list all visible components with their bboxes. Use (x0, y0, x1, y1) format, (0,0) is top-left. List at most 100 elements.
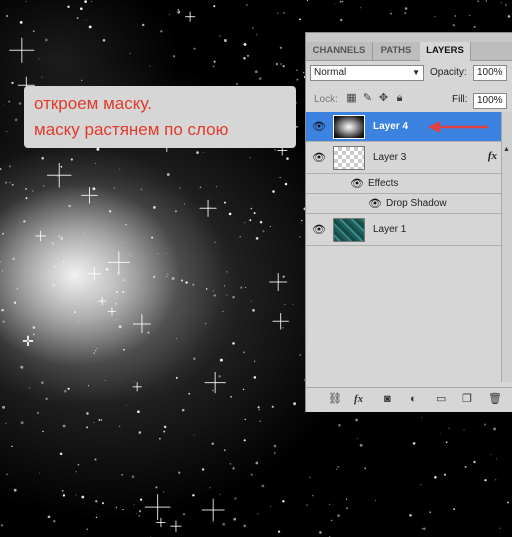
star-dot (171, 277, 175, 280)
layer-row-layer-4[interactable]: 👁︎ Layer 4 (306, 112, 502, 142)
eye-icon[interactable]: 👁︎ (310, 223, 328, 237)
star-dot (163, 425, 167, 429)
layer-4-name[interactable]: Layer 4 (373, 121, 408, 132)
star-dot (115, 302, 118, 305)
mask-icon[interactable]: ◙ (384, 392, 391, 406)
star-dot (272, 190, 275, 193)
star-dot (150, 535, 152, 537)
tab-channels[interactable]: CHANNELS (306, 42, 373, 60)
star-dot (52, 283, 56, 287)
effects-row[interactable]: 👁︎ Effects (306, 174, 502, 194)
fx-icon[interactable]: fx (488, 150, 497, 162)
star-dot (454, 15, 457, 17)
star-dot (25, 188, 27, 190)
link-icon[interactable]: ⛓︎ (328, 392, 342, 406)
star-dot (41, 76, 43, 78)
star-dot (96, 347, 98, 350)
new-layer-icon[interactable]: ❐ (462, 392, 472, 406)
star-dot (261, 484, 265, 488)
star-dot (177, 10, 181, 14)
eye-icon[interactable]: 👁︎ (348, 177, 366, 191)
blend-mode-select[interactable]: Normal ▼ (310, 65, 424, 81)
eye-icon[interactable]: 👁︎ (366, 197, 384, 211)
layer-1-name[interactable]: Layer 1 (373, 224, 406, 235)
lock-image-icon[interactable]: ✎ (362, 93, 373, 104)
star-dot (312, 495, 314, 497)
star-dot (177, 9, 179, 11)
scroll-up-icon[interactable]: ▲ (503, 146, 510, 153)
star-dot (434, 476, 437, 479)
star-dot (4, 181, 8, 184)
star-dot (253, 376, 257, 379)
star-dot (121, 473, 124, 476)
star-dot (284, 304, 286, 306)
star-dot (62, 494, 66, 497)
layer-row-layer-3[interactable]: 👁︎ Layer 3 fx (306, 142, 502, 174)
star-dot (420, 484, 422, 486)
star-dot (196, 151, 199, 154)
star-dot (2, 232, 4, 235)
layers-list: 👁︎ Layer 4 👁︎ Layer 3 fx 👁︎ Effects 👁︎ D… (306, 112, 502, 382)
lock-transparent-icon[interactable]: ▦ (346, 93, 357, 104)
star-dot (14, 118, 18, 122)
star-dot (292, 303, 294, 305)
opacity-field[interactable]: 100% (473, 65, 507, 81)
star-dot (62, 260, 65, 263)
star-dot (74, 311, 77, 314)
annotation-box: откроем маску. маску растянем по слою (24, 86, 296, 148)
star-dot (256, 34, 258, 36)
star-dot (163, 491, 165, 493)
drop-shadow-row[interactable]: 👁︎ Drop Shadow (306, 194, 502, 214)
star-dot (94, 458, 97, 461)
trash-icon[interactable]: 🗑︎ (488, 392, 502, 406)
star-dot (39, 472, 40, 474)
star-dot (58, 235, 61, 238)
star-dot (250, 207, 253, 210)
star-dot (229, 463, 232, 465)
tab-layers[interactable]: LAYERS (420, 42, 471, 61)
star-dot (98, 419, 101, 421)
star-dot (122, 290, 125, 294)
star-dot (258, 408, 260, 411)
eye-icon[interactable]: 👁︎ (310, 151, 328, 165)
layer-1-thumbnail (333, 218, 365, 242)
star-dot (223, 39, 227, 42)
tab-paths[interactable]: PATHS (372, 42, 421, 60)
star-dot (259, 220, 263, 224)
star-dot (212, 389, 214, 392)
star-dot (257, 406, 260, 409)
star-dot (299, 353, 302, 356)
star-dot (328, 503, 330, 505)
star-dot (2, 320, 5, 323)
layers-scrollbar[interactable]: ▲ (501, 112, 512, 382)
star-dot (390, 12, 392, 15)
fx-icon[interactable]: fx (354, 392, 363, 406)
star-dot (165, 275, 167, 277)
star-dot (11, 183, 14, 186)
star-dot (36, 411, 40, 415)
star-dot (125, 404, 127, 406)
star-dot (423, 527, 426, 530)
star-dot (92, 187, 96, 191)
layer-3-name[interactable]: Layer 3 (373, 152, 406, 163)
adjustment-icon[interactable]: ◐ (410, 392, 417, 406)
star-dot (203, 152, 205, 153)
star-dot (269, 506, 271, 507)
star-dot (41, 381, 44, 385)
lock-all-icon[interactable]: 🔒︎ (394, 93, 405, 104)
star-dot (53, 519, 56, 523)
star-dot (330, 519, 333, 522)
star-dot (209, 487, 211, 489)
star-dot (219, 35, 221, 37)
star-dot (473, 460, 476, 464)
eye-icon[interactable]: 👁︎ (310, 120, 328, 134)
star-dot (166, 173, 170, 176)
star-dot (282, 500, 285, 503)
lock-position-icon[interactable]: ✥ (378, 93, 389, 104)
group-icon[interactable]: ▭ (436, 392, 446, 406)
fill-field[interactable]: 100% (473, 93, 507, 109)
panel-title-bar[interactable] (306, 33, 512, 42)
layer-row-layer-1[interactable]: 👁︎ Layer 1 (306, 214, 502, 246)
star-dot (213, 5, 216, 8)
star-dot (253, 360, 256, 362)
